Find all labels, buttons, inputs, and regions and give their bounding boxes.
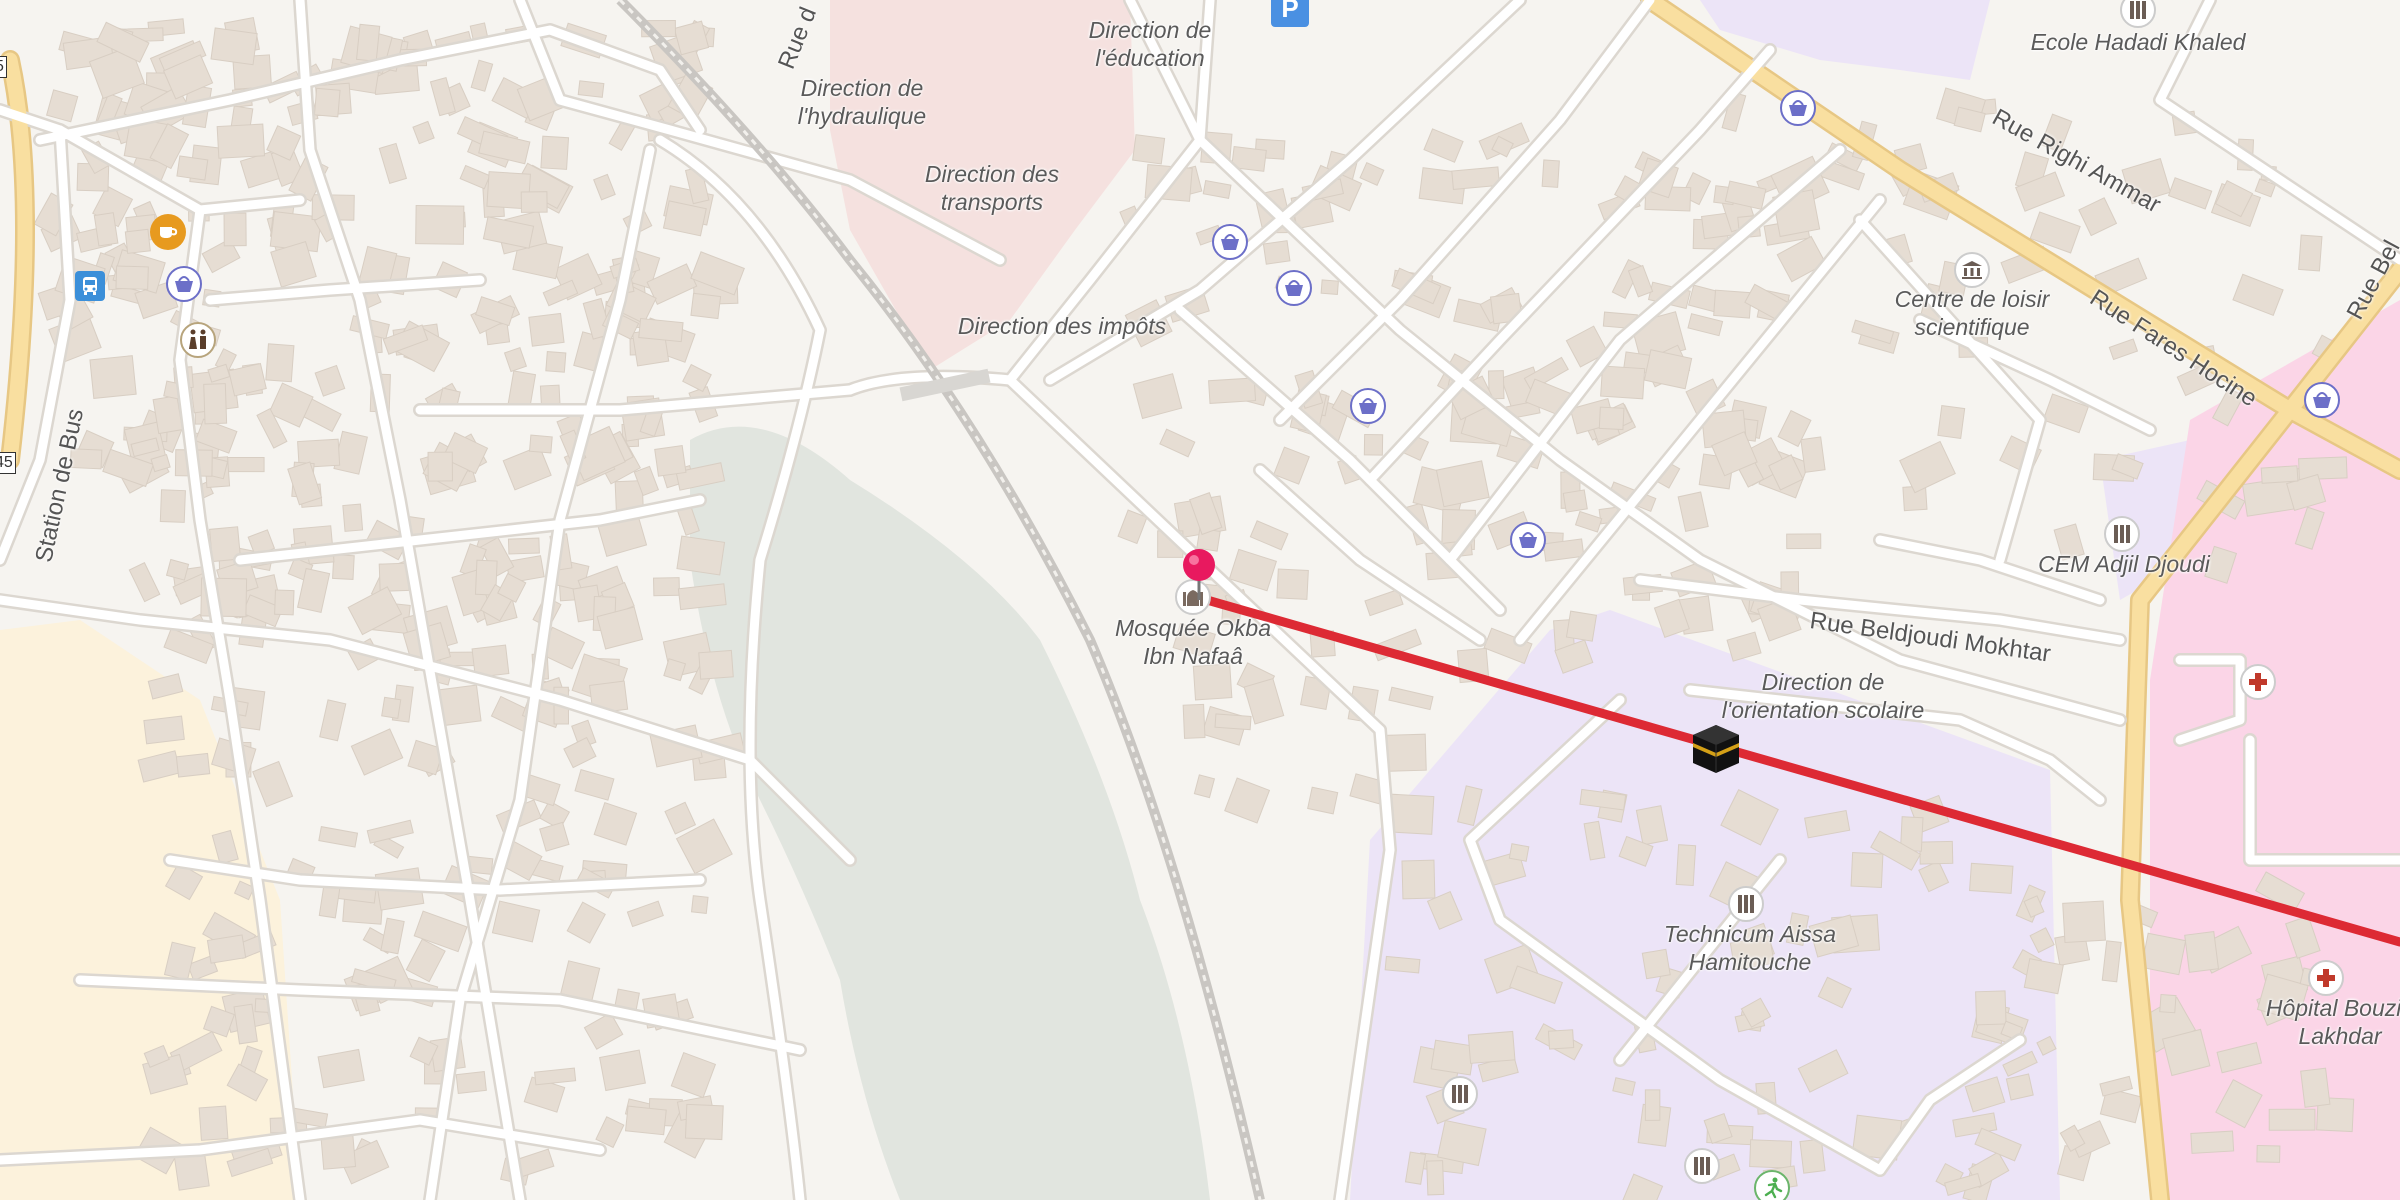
school-icon[interactable] <box>1728 886 1764 922</box>
label-direction-hydraulique[interactable]: Direction de l'hydraulique <box>767 74 957 130</box>
museum-icon[interactable] <box>1954 252 1990 288</box>
parking-icon[interactable]: P <box>1271 0 1309 27</box>
shopping-basket-icon[interactable] <box>1212 224 1248 260</box>
label-direction-education[interactable]: Direction de l'éducation <box>1060 16 1240 72</box>
label-direction-transports[interactable]: Direction des transports <box>902 160 1082 216</box>
school-icon[interactable] <box>2104 516 2140 552</box>
cafe-icon[interactable] <box>150 214 186 250</box>
label-centre-loisir[interactable]: Centre de loisir scientifique <box>1872 285 2072 341</box>
label-mosquee[interactable]: Mosquée Okba Ibn Nafaâ <box>1108 614 1278 670</box>
shopping-basket-icon[interactable] <box>166 266 202 302</box>
bus-icon[interactable] <box>75 271 105 301</box>
route-number-shield: 5 <box>0 56 7 78</box>
shopping-basket-icon[interactable] <box>1276 270 1312 306</box>
sport-icon[interactable] <box>1754 1170 1790 1200</box>
kaaba-icon[interactable] <box>1689 721 1743 775</box>
shopping-basket-icon[interactable] <box>2304 382 2340 418</box>
school-icon[interactable] <box>1442 1076 1478 1112</box>
location-pin-icon[interactable] <box>1181 548 1217 604</box>
label-ecole[interactable]: Ecole Hadadi Khaled <box>2031 28 2246 56</box>
toilets-icon[interactable] <box>180 322 216 358</box>
label-direction-impots[interactable]: Direction des impôts <box>958 312 1166 340</box>
label-cem[interactable]: CEM Adjil Djoudi <box>2038 550 2210 578</box>
route-number-shield: 45 <box>0 452 16 474</box>
label-hopital[interactable]: Hôpital Bouzid Lakhdar <box>2245 994 2400 1050</box>
shopping-basket-icon[interactable] <box>1510 522 1546 558</box>
hospital-icon[interactable] <box>2240 664 2276 700</box>
shopping-basket-icon[interactable] <box>1350 388 1386 424</box>
map-canvas[interactable]: Direction de l'éducation Direction de l'… <box>0 0 2400 1200</box>
route-line <box>1195 593 2400 947</box>
label-technicum[interactable]: Technicum Aissa Hamitouche <box>1650 920 1850 976</box>
school-icon[interactable] <box>1684 1148 1720 1184</box>
label-direction-orientation[interactable]: Direction de l'orientation scolaire <box>1713 668 1933 724</box>
shopping-basket-icon[interactable] <box>1780 90 1816 126</box>
hospital-icon[interactable] <box>2308 960 2344 996</box>
